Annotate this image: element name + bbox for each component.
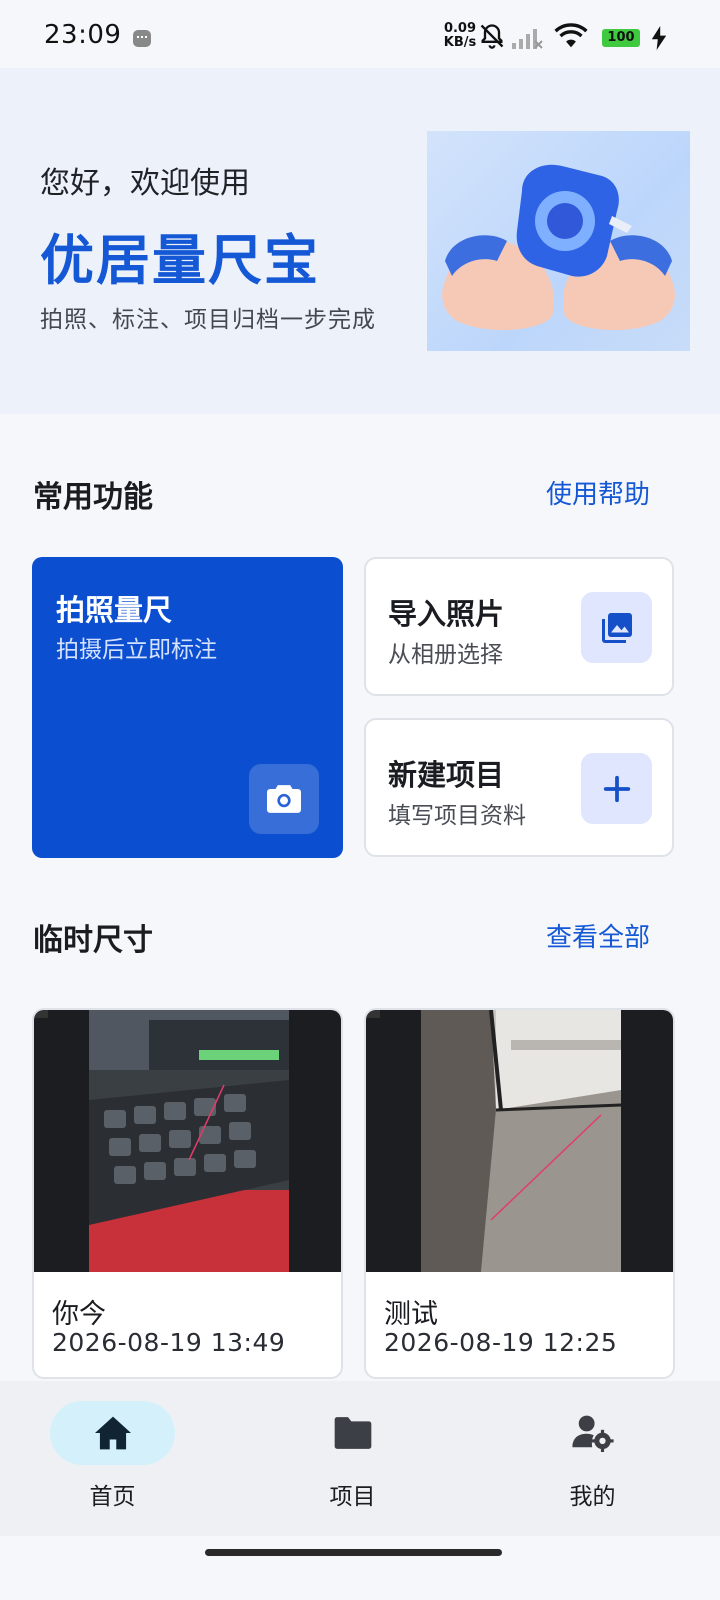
recent-item-name: 测试 (384, 1299, 438, 1330)
floor-photo (421, 1010, 621, 1272)
new-project-card[interactable]: 新建项目 填写项目资料 (364, 718, 674, 857)
recent-item-name: 你今 (52, 1299, 106, 1330)
home-icon (94, 1416, 131, 1450)
hero-subtitle: 拍照、标注、项目归档一步完成 (40, 307, 376, 333)
thumbnail-tag (366, 1010, 380, 1018)
hero-banner: 您好，欢迎使用 优居量尺宝 拍照、标注、项目归档一步完成 (0, 68, 720, 414)
network-speed-value: 0.09 (443, 21, 477, 36)
import-photo-subtitle: 从相册选择 (388, 642, 503, 668)
tape-measure-hands-illustration (427, 131, 690, 351)
plus-icon (603, 775, 630, 802)
hero-greeting: 您好，欢迎使用 (40, 166, 250, 201)
gallery-icon (601, 612, 632, 643)
network-speed-unit: KB/s (443, 35, 477, 50)
view-all-link[interactable]: 查看全部 (546, 917, 650, 954)
wifi-icon (554, 23, 588, 48)
camera-icon (267, 785, 301, 813)
take-photo-subtitle: 拍摄后立即标注 (56, 637, 217, 663)
app-notification-icon (133, 30, 151, 47)
new-project-subtitle: 填写项目资料 (388, 803, 526, 829)
nav-me-pill[interactable] (530, 1401, 655, 1465)
nav-item-me[interactable]: 我的 (530, 1401, 655, 1511)
help-link[interactable]: 使用帮助 (546, 474, 650, 511)
user-settings-icon (571, 1415, 614, 1452)
network-speed: 0.09 KB/s (440, 22, 480, 50)
home-indicator[interactable] (205, 1549, 502, 1556)
nav-projects-label: 项目 (329, 1484, 376, 1510)
recent-item-card[interactable]: 你今 2026-08-19 13:49 (32, 1008, 343, 1379)
bottom-navigation: 首页 项目 我的 (0, 1381, 720, 1536)
recent-item-date: 2026-08-19 12:25 (384, 1328, 618, 1357)
camera-button[interactable] (249, 764, 319, 834)
nav-home-label: 首页 (89, 1484, 136, 1510)
gesture-area (0, 1536, 720, 1600)
import-photo-button[interactable] (581, 592, 652, 663)
take-photo-title: 拍照量尺 (56, 593, 173, 627)
recent-item-thumbnail (366, 1010, 673, 1272)
nav-item-home[interactable]: 首页 (50, 1401, 175, 1511)
nav-item-projects[interactable]: 项目 (290, 1401, 415, 1511)
status-bar: 23:09 0.09 KB/s 100 (0, 0, 720, 68)
nav-home-pill[interactable] (50, 1401, 175, 1465)
recent-section-title: 临时尺寸 (33, 923, 153, 958)
nav-me-label: 我的 (569, 1484, 616, 1510)
status-time: 23:09 (44, 20, 122, 50)
features-section-title: 常用功能 (33, 480, 153, 515)
nav-projects-pill[interactable] (290, 1401, 415, 1465)
battery-icon: 100 (602, 29, 640, 47)
signal-icon (512, 29, 543, 49)
new-project-title: 新建项目 (388, 758, 505, 792)
keyboard-photo (89, 1010, 289, 1272)
app-title: 优居量尺宝 (40, 229, 320, 292)
import-photo-card[interactable]: 导入照片 从相册选择 (364, 557, 674, 696)
folder-icon (334, 1417, 371, 1449)
thumbnail-tag (34, 1010, 48, 1018)
recent-item-card[interactable]: 测试 2026-08-19 12:25 (364, 1008, 675, 1379)
bell-off-icon (480, 24, 504, 49)
charging-bolt-icon (651, 26, 667, 50)
recent-item-thumbnail (34, 1010, 341, 1272)
import-photo-title: 导入照片 (388, 597, 505, 631)
take-photo-card[interactable]: 拍照量尺 拍摄后立即标注 (32, 557, 343, 858)
recent-item-date: 2026-08-19 13:49 (52, 1328, 286, 1357)
new-project-button[interactable] (581, 753, 652, 824)
